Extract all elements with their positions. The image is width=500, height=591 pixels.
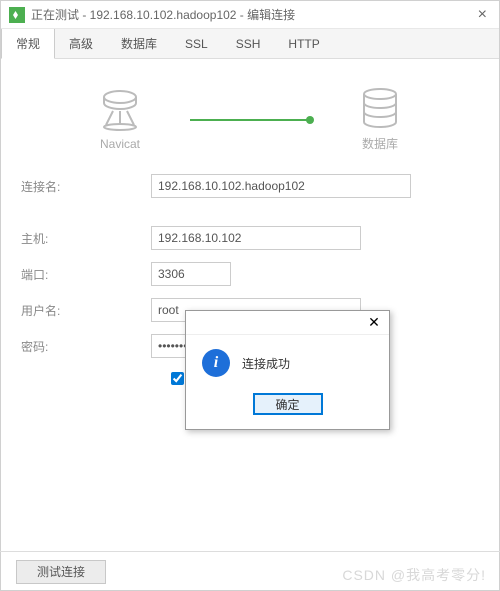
conn-name-input[interactable] xyxy=(151,174,411,198)
tab-ssh[interactable]: SSH xyxy=(222,29,275,58)
tab-general[interactable]: 常规 xyxy=(1,29,55,59)
pass-label: 密码: xyxy=(21,338,151,355)
host-label: 主机: xyxy=(21,230,151,247)
dialog-ok-button[interactable]: 确定 xyxy=(253,393,323,415)
conn-name-label: 连接名: xyxy=(21,178,151,195)
titlebar: 正在测试 - 192.168.10.102.hadoop102 - 编辑连接 × xyxy=(1,1,499,29)
watermark: CSDN @我高考零分! xyxy=(342,565,486,585)
test-connection-button[interactable]: 测试连接 xyxy=(16,560,106,584)
dialog-message: 连接成功 xyxy=(242,355,290,372)
database-icon xyxy=(358,87,402,129)
user-label: 用户名: xyxy=(21,302,151,319)
tab-database[interactable]: 数据库 xyxy=(107,29,171,58)
app-icon xyxy=(9,7,25,23)
diagram-left-label: Navicat xyxy=(100,137,140,151)
window-title: 正在测试 - 192.168.10.102.hadoop102 - 编辑连接 xyxy=(31,6,474,23)
tab-advanced[interactable]: 高级 xyxy=(55,29,107,58)
port-input[interactable] xyxy=(151,262,231,286)
diagram-right-label: 数据库 xyxy=(362,135,398,152)
info-icon: i xyxy=(202,349,230,377)
tab-ssl[interactable]: SSL xyxy=(171,29,222,58)
save-password-checkbox[interactable] xyxy=(171,372,184,385)
close-icon[interactable]: × xyxy=(474,6,491,24)
dialog-titlebar: ✕ xyxy=(186,311,389,335)
navicat-icon xyxy=(95,89,145,131)
connection-line xyxy=(190,119,310,121)
port-label: 端口: xyxy=(21,266,151,283)
connection-diagram: Navicat 数据库 xyxy=(1,59,499,162)
message-dialog: ✕ i 连接成功 确定 xyxy=(185,310,390,430)
host-input[interactable] xyxy=(151,226,361,250)
dialog-close-icon[interactable]: ✕ xyxy=(359,314,389,331)
tab-http[interactable]: HTTP xyxy=(274,29,333,58)
tabs: 常规 高级 数据库 SSL SSH HTTP xyxy=(1,29,499,59)
